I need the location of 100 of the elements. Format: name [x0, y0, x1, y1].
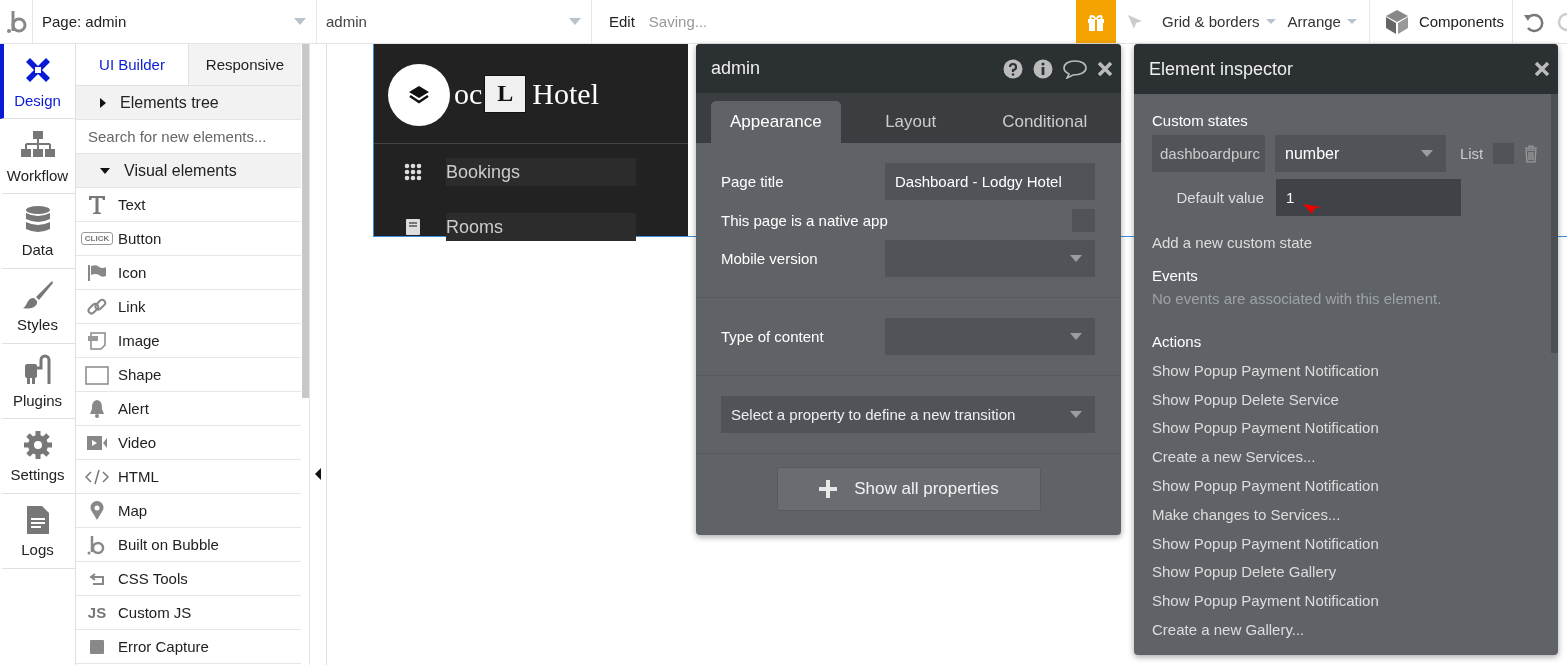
cube-icon [1384, 8, 1409, 35]
panel-tab[interactable]: Responsive [188, 44, 301, 85]
field-label: Mobile version [721, 250, 818, 267]
plug-icon [22, 353, 53, 386]
section-heading: Custom states [1152, 112, 1249, 129]
element-item[interactable]: Alert [76, 392, 301, 426]
logo-icon[interactable] [6, 8, 28, 35]
default-value-field[interactable]: 1 [1276, 179, 1461, 216]
element-item[interactable]: HTML [76, 460, 301, 494]
action-link[interactable]: Show Popup Payment Notification [1152, 413, 1538, 443]
action-link[interactable]: Show Popup Payment Notification [1152, 528, 1538, 558]
field-label: This page is a native app [721, 211, 888, 229]
menu-item[interactable]: Bookings [446, 158, 636, 186]
help-icon[interactable] [1003, 58, 1023, 79]
close-icon[interactable] [1097, 60, 1113, 77]
nav-item[interactable]: Styles [0, 269, 75, 344]
nav-item[interactable]: Workflow [0, 119, 75, 194]
code-icon [85, 468, 109, 485]
element-item[interactable]: JS Custom JS [76, 596, 301, 630]
action-link[interactable]: Make changes to Services... [1152, 500, 1538, 529]
plus-icon [818, 479, 839, 499]
nav-item[interactable]: Logs [0, 494, 75, 569]
page-title-field[interactable]: Dashboard - Lodgy Hotel [885, 163, 1095, 200]
editor-tab[interactable]: Layout [846, 101, 975, 143]
info-icon[interactable] [1033, 58, 1053, 79]
element-item[interactable]: Shape [76, 358, 301, 392]
brush-icon [21, 279, 54, 310]
element-item[interactable]: Text [76, 188, 301, 222]
action-link[interactable]: Create a new Services... [1152, 442, 1538, 472]
brand-text: oc [454, 76, 483, 111]
add-state-link[interactable]: Add a new custom state [1152, 234, 1538, 251]
section-title: Visual elements [124, 161, 237, 180]
nav-item[interactable]: Settings [0, 419, 75, 494]
collapse-icon[interactable] [315, 468, 321, 480]
state-name-field[interactable]: dashboardpurc [1152, 135, 1265, 172]
page-dropdown[interactable]: Page: admin [32, 0, 317, 43]
return-arrow-icon [89, 571, 105, 586]
scrollbar[interactable] [302, 44, 309, 398]
scrollbar[interactable] [1551, 94, 1558, 353]
state-type-dropdown[interactable]: number [1275, 135, 1446, 172]
element-item[interactable]: Icon [76, 256, 301, 290]
element-item[interactable]: Error Capture [76, 630, 301, 664]
action-link[interactable]: Show Popup Payment Notification [1152, 356, 1538, 385]
editor-tab[interactable]: Appearance [711, 101, 841, 143]
link-icon [87, 296, 107, 317]
element-dropdown[interactable]: admin [317, 0, 592, 43]
arrange-menu[interactable]: Arrange [1287, 13, 1357, 30]
mouse-pointer-icon [1302, 203, 1322, 215]
window-title: Element inspector [1149, 58, 1294, 80]
save-status: Saving... [648, 13, 708, 30]
field-label: Default value [1175, 189, 1264, 206]
element-item[interactable]: Link [76, 290, 301, 324]
grid-menu[interactable]: Grid & borders [1162, 13, 1276, 30]
editor-tab[interactable]: Conditional [980, 101, 1109, 143]
window-title: admin [711, 58, 761, 79]
nav-item[interactable]: Data [0, 194, 75, 269]
gift-button[interactable] [1076, 0, 1116, 43]
action-link[interactable]: Show Popup Payment Notification [1152, 586, 1538, 616]
layers-icon [408, 85, 430, 105]
element-item[interactable]: CSS Tools [76, 562, 301, 596]
js-icon: JS [87, 604, 107, 621]
element-item[interactable]: CLICK Button [76, 222, 301, 256]
action-link[interactable]: Create a new Gallery... [1152, 615, 1538, 644]
elements-tree-header[interactable]: Elements tree [76, 86, 301, 120]
nav-item[interactable]: Plugins [0, 344, 75, 419]
database-icon [24, 204, 51, 235]
element-item[interactable]: Map [76, 494, 301, 528]
section-heading: Events [1152, 267, 1199, 284]
button-icon: CLICK [80, 232, 114, 245]
brand-badge: L [484, 74, 527, 113]
section-heading: Actions [1152, 333, 1203, 350]
menu-item[interactable]: Rooms [446, 213, 636, 241]
comment-icon[interactable] [1063, 58, 1087, 79]
flag-icon [87, 263, 107, 282]
square-icon [89, 638, 105, 655]
text-icon [88, 194, 106, 215]
components-button[interactable]: Components [1368, 0, 1513, 43]
video-camera-icon [86, 434, 108, 451]
empty-message: No events are associated with this element. [1152, 290, 1443, 307]
visual-elements-header[interactable]: Visual elements [76, 154, 301, 188]
show-all-button[interactable]: Show all properties [776, 467, 1041, 511]
settings-icon [22, 429, 53, 460]
transition-dropdown[interactable]: Select a property to define a new transition [721, 396, 1095, 433]
brand-text: Hotel [532, 76, 599, 111]
element-item[interactable]: Video [76, 426, 301, 460]
close-icon[interactable] [1534, 61, 1550, 77]
cursor-icon[interactable] [1126, 12, 1144, 31]
rectangle-icon [85, 364, 109, 385]
logo-icon [87, 534, 107, 555]
element-item[interactable]: Image [76, 324, 301, 358]
trash-icon[interactable] [1524, 144, 1538, 163]
action-link[interactable]: Show Popup Payment Notification [1152, 471, 1538, 500]
map-pin-icon [90, 500, 104, 521]
grid-icon [404, 163, 422, 181]
action-link[interactable]: Show Popup Delete Service [1152, 384, 1538, 414]
action-link[interactable]: Show Popup Delete Gallery [1152, 557, 1538, 587]
edit-link[interactable]: Edit [609, 13, 635, 30]
field-label: Type of content [721, 328, 824, 345]
element-item[interactable]: Built on Bubble [76, 528, 301, 562]
list-label: List [1459, 145, 1484, 162]
